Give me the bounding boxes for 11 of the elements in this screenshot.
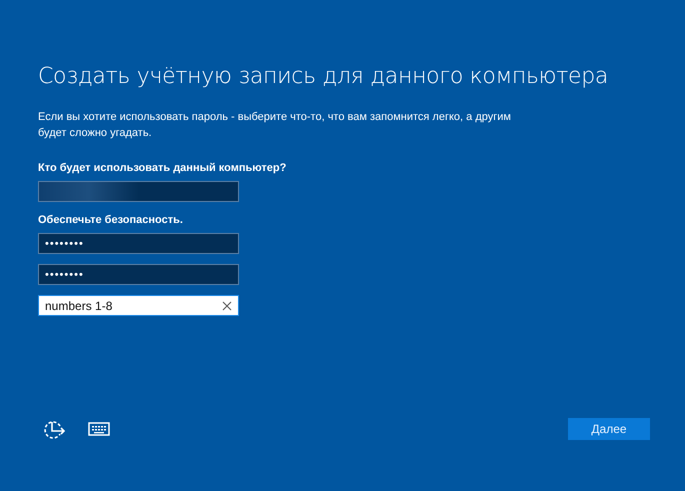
field-label: Кто будет использовать данный компьютер? (38, 162, 286, 174)
field-label: Обеспечьте безопасность. (38, 214, 183, 226)
password-field[interactable]: •••••••• (38, 233, 239, 254)
intro-text: Если вы хотите использовать пароль - выберите что-то, что вам запомнится легко, а другим будет сложно угадать. (38, 110, 512, 141)
page-title: Создать учётную запись для данного компьютера (38, 64, 610, 89)
clear-icon[interactable] (222, 300, 232, 310)
hint-field[interactable]: numbers 1-8 (38, 295, 239, 316)
password-field[interactable]: •••••••• (38, 264, 239, 285)
keyboard-icon[interactable] (88, 422, 110, 436)
name-field[interactable] (38, 181, 239, 202)
next-button[interactable]: Далее (568, 418, 650, 440)
